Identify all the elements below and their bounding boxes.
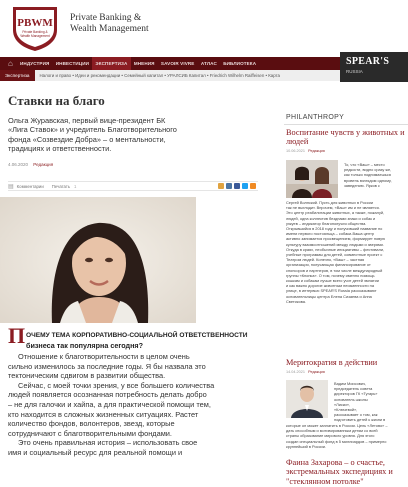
vk-icon[interactable]: [226, 183, 232, 189]
section-tag[interactable]: Экспертиза: [0, 70, 35, 81]
nav-item-atlas[interactable]: АТЛАС: [198, 61, 220, 66]
sidebar-item-date: 14.04.2021: [286, 370, 306, 374]
share-count: 1: [74, 183, 77, 189]
sidebar-item-author[interactable]: Редакция: [308, 149, 325, 153]
pbwm-logo[interactable]: PBWM Private Banking & Wealth Management: [10, 4, 60, 52]
article-title: Ставки на благо: [8, 93, 105, 108]
text-line: Светикова.: [286, 298, 306, 304]
text-line: крупнейший в России.: [286, 443, 326, 449]
home-icon[interactable]: ⌂: [8, 59, 13, 68]
nav-item-industry[interactable]: ИНДУСТРИЯ: [17, 61, 53, 66]
excerpt-line: подготовить детей к жизни в: [334, 417, 386, 423]
facebook-icon[interactable]: [234, 183, 240, 189]
nav-item-expertise[interactable]: ЭКСПЕРТИЗА: [92, 57, 131, 70]
spears-title: SPEAR'S: [346, 56, 390, 67]
article-body: Отношение к благотворительности в целом …: [8, 352, 262, 458]
sidebar-item-title[interactable]: Воспитание чувств у животных и людей: [286, 128, 408, 147]
article-photo: [0, 197, 196, 323]
excerpt-line: заведению. Ярков с: [344, 182, 380, 188]
body-line: имя и социальный ресурс для реальной пом…: [8, 447, 183, 457]
sidebar-item-excerpt: То, что «Ваш» – место редкости, видно ср…: [344, 162, 408, 188]
sidebar-item-text: которые он может заплатить в России. Цел…: [286, 423, 408, 449]
body-line: кто находится в сложных жизненных ситуац…: [8, 409, 199, 419]
body-line: Сейчас, с моей точки зрения, у все больш…: [18, 380, 215, 390]
title-line: "стеклянном потолке": [286, 476, 364, 486]
sidebar-item-title[interactable]: Фаина Захарова – о счастье, экстремальны…: [286, 458, 408, 486]
sidebar-item-image[interactable]: [286, 160, 338, 198]
body-line: Отношение к благотворительности в целом …: [18, 352, 190, 361]
article-lead: Ольга Журавская, первый вице-президент Б…: [8, 116, 248, 153]
ok-icon[interactable]: [250, 183, 256, 189]
sidebar-item-title[interactable]: Меритократия в действии: [286, 358, 408, 367]
brand-name[interactable]: Private Banking & Wealth Management: [70, 13, 149, 35]
sidebar-item-date: 10.06.2021: [286, 149, 306, 153]
article-date: 4.06.2020: [8, 162, 29, 167]
svg-text:Wealth Management: Wealth Management: [20, 34, 49, 38]
nav-item-savoir-vivre[interactable]: SAVOIR VIVRE: [158, 61, 198, 66]
brand-line-2: Wealth Management: [70, 24, 149, 34]
body-line: количество фондов, волонтеров, звезд, ко…: [8, 419, 175, 429]
spears-subtitle: RUSSIA: [346, 69, 363, 74]
sidebar-item-meta: 14.04.2021 Редакция: [286, 370, 325, 374]
logo-text: PBWM: [17, 17, 53, 29]
interview-question-cont: бизнеса так популярна сегодня?: [26, 341, 144, 350]
interview-question: ОЧЕМУ ТЕМА КОРПОРАТИВНО-СОЦИАЛЬНОЙ ОТВЕТ…: [26, 332, 248, 339]
brand-line-1: Private Banking &: [70, 13, 142, 23]
lead-line: традициях и ответственности.: [8, 143, 112, 153]
share-bar: ▤ Комментарии Печатать 1: [8, 181, 258, 191]
spears-badge[interactable]: SPEAR'S RUSSIA: [340, 52, 408, 82]
nav-item-opinions[interactable]: МНЕНИЯ: [131, 61, 158, 66]
print-link[interactable]: Печатать: [52, 184, 70, 189]
comments-icon[interactable]: ▤: [8, 183, 14, 190]
site-header: PBWM Private Banking & Wealth Management…: [0, 0, 408, 56]
body-line: – не для галочки и хайпа, а для практиче…: [8, 399, 211, 409]
email-icon[interactable]: [218, 183, 224, 189]
twitter-icon[interactable]: [242, 183, 248, 189]
sidebar-item-text: Сергей Волнский. Пусть для животных в Ро…: [286, 200, 408, 304]
drop-cap: П: [8, 323, 26, 348]
social-icons: [218, 183, 256, 189]
sidebar-item-meta: 10.06.2021 Редакция: [286, 149, 325, 153]
sidebar-item-excerpt: Вадим Моисович, председатель совета дире…: [334, 381, 408, 423]
body-line: Это очень правильная история – использов…: [18, 438, 198, 448]
lead-line: Ольга Журавская, первый вице-президент Б…: [8, 116, 166, 125]
lead-line: «Лига Ставок» и учредитель Благотворител…: [8, 125, 177, 135]
author-link[interactable]: Редакция: [33, 162, 53, 167]
article-meta: 4.06.2020 Редакция: [8, 162, 53, 167]
body-line: тектоническим сдвигом в развитии обществ…: [8, 371, 166, 381]
nav-item-investments[interactable]: ИНВЕСТИЦИИ: [53, 61, 93, 66]
body-line: сотрудничают с благотворительными фондам…: [8, 428, 172, 438]
title-line: экстремальных экспедициях и: [286, 467, 393, 477]
body-line: сильно изменилось за последние годы. Я б…: [8, 361, 206, 371]
body-line: людей появляется осознанная потребность …: [8, 390, 207, 400]
lead-line: фонда «Созвездие Добра» – о ментальности…: [8, 134, 166, 144]
sidebar-divider: [284, 124, 408, 125]
nav-item-library[interactable]: БИБЛИОТЕКА: [220, 61, 259, 66]
sidebar-item-author[interactable]: Редакция: [308, 370, 325, 374]
sidebar-item-image[interactable]: [286, 380, 328, 418]
sub-nav-links[interactable]: Налоги и право • Идеи и рекомендации • С…: [35, 73, 281, 78]
comments-link[interactable]: Комментарии: [17, 184, 44, 189]
title-line: Фаина Захарова – о счастье,: [286, 458, 385, 467]
sidebar-heading: PHILANTHROPY: [286, 114, 345, 121]
